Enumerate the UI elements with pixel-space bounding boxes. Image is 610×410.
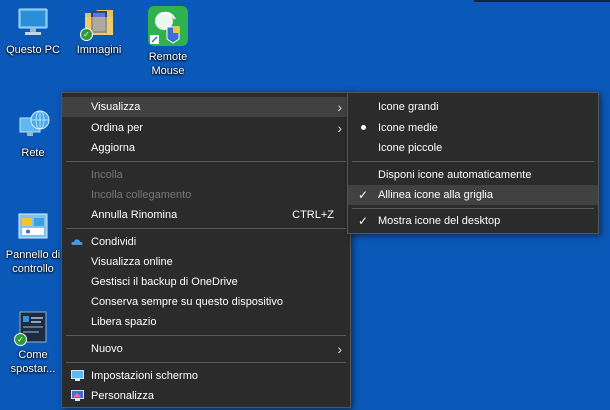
menu-item-label: Allinea icone alla griglia [378, 189, 493, 201]
menu-item-label: Gestisci il backup di OneDrive [91, 276, 238, 288]
screenshot-file-icon: ✓ [14, 310, 50, 346]
menu-item-label: Disponi icone automaticamente [378, 169, 532, 181]
desktop-icon-network[interactable]: Rete [2, 108, 64, 160]
menu-item-share[interactable]: Condividi [62, 232, 350, 252]
menu-item-label: Icone medie [378, 122, 438, 134]
checkmark-icon: ✓ [358, 214, 369, 228]
menu-item-view[interactable]: Visualizza › [62, 97, 350, 117]
network-globe-icon [16, 108, 50, 142]
chevron-right-icon: › [337, 120, 342, 136]
menu-item-label: Ordina per [91, 122, 143, 134]
keyboard-shortcut: CTRL+Z [292, 209, 334, 221]
desktop-icon-label: Come spostar... [10, 349, 56, 375]
menu-item-label: Incolla [91, 169, 123, 181]
menu-item-label: Visualizza [91, 101, 141, 113]
desktop-icon-label: Pannello di controllo [5, 249, 61, 275]
menu-item-label: Conserva sempre su questo dispositivo [91, 296, 283, 308]
submenu-item-large-icons[interactable]: Icone grandi [348, 97, 598, 117]
submenu-item-small-icons[interactable]: Icone piccole [348, 138, 598, 158]
menu-item-label: Condividi [91, 236, 137, 248]
personalize-icon [70, 386, 84, 408]
menu-item-undo-rename[interactable]: Annulla Rinomina CTRL+Z [62, 205, 350, 225]
menu-item-display-settings[interactable]: Impostazioni schermo [62, 366, 350, 386]
desktop-icon-label: Questo PC [6, 44, 60, 56]
menu-item-personalize[interactable]: Personalizza [62, 386, 350, 406]
menu-item-free-space[interactable]: Libera spazio [62, 312, 350, 332]
submenu-item-show-desktop-icons[interactable]: ✓ Mostra icone del desktop [348, 211, 598, 231]
desktop-icon-control-panel[interactable]: Pannello di controllo [2, 210, 64, 276]
onedrive-cloud-icon [70, 232, 84, 254]
view-submenu: Icone grandi Icone medie Icone piccole D… [347, 92, 599, 234]
computer-icon [16, 5, 50, 39]
menu-separator [66, 161, 346, 162]
sync-check-icon: ✓ [14, 333, 27, 346]
chevron-right-icon: › [337, 99, 342, 115]
menu-item-label: Incolla collegamento [91, 189, 192, 201]
menu-separator [352, 161, 594, 162]
menu-item-keep-on-device[interactable]: Conserva sempre su questo dispositivo [62, 292, 350, 312]
pictures-folder-icon: ✓ [80, 5, 116, 41]
menu-item-label: Nuovo [91, 343, 123, 355]
menu-item-refresh[interactable]: Aggiorna [62, 138, 350, 158]
menu-item-new[interactable]: Nuovo › [62, 339, 350, 359]
desktop-icon-this-pc[interactable]: Questo PC [2, 5, 64, 57]
menu-item-label: Libera spazio [91, 316, 157, 328]
remote-mouse-icon [147, 5, 189, 47]
desktop-icon-remote-mouse[interactable]: Remote Mouse [137, 5, 199, 78]
desktop-icon-label: Rete [21, 147, 45, 159]
menu-item-manage-backup[interactable]: Gestisci il backup di OneDrive [62, 272, 350, 292]
desktop-icon-pictures[interactable]: ✓ Immagini [68, 5, 130, 57]
top-edge-strip [474, 0, 610, 2]
menu-item-paste: Incolla [62, 165, 350, 185]
menu-item-label: Mostra icone del desktop [378, 215, 501, 227]
sync-check-icon: ✓ [80, 28, 93, 41]
submenu-item-auto-arrange[interactable]: Disponi icone automaticamente [348, 165, 598, 185]
menu-separator [352, 208, 594, 209]
desktop-icon-label: Remote Mouse [148, 51, 188, 77]
menu-separator [66, 335, 346, 336]
radio-selected-icon [361, 125, 366, 130]
menu-item-paste-shortcut: Incolla collegamento [62, 185, 350, 205]
menu-item-label: Personalizza [91, 390, 154, 402]
menu-item-label: Visualizza online [91, 256, 173, 268]
control-panel-icon [16, 210, 50, 244]
menu-item-sort-by[interactable]: Ordina per › [62, 118, 350, 138]
chevron-right-icon: › [337, 341, 342, 357]
submenu-item-medium-icons[interactable]: Icone medie [348, 118, 598, 138]
desktop-context-menu: Visualizza › Ordina per › Aggiorna Incol… [61, 92, 351, 408]
menu-separator [66, 362, 346, 363]
menu-item-label: Aggiorna [91, 142, 136, 154]
menu-item-label: Impostazioni schermo [91, 370, 198, 382]
desktop-icon-label: Immagini [76, 44, 122, 56]
monitor-icon [70, 366, 84, 388]
menu-separator [66, 228, 346, 229]
menu-item-label: Icone grandi [378, 101, 439, 113]
menu-item-label: Icone piccole [378, 142, 443, 154]
checkmark-icon: ✓ [358, 188, 369, 202]
desktop-icon-screenshot-file[interactable]: ✓ Come spostar... [2, 310, 64, 376]
submenu-item-align-to-grid[interactable]: ✓ Allinea icone alla griglia [348, 185, 598, 205]
menu-item-label: Annulla Rinomina [91, 209, 178, 221]
menu-item-view-online[interactable]: Visualizza online [62, 252, 350, 272]
